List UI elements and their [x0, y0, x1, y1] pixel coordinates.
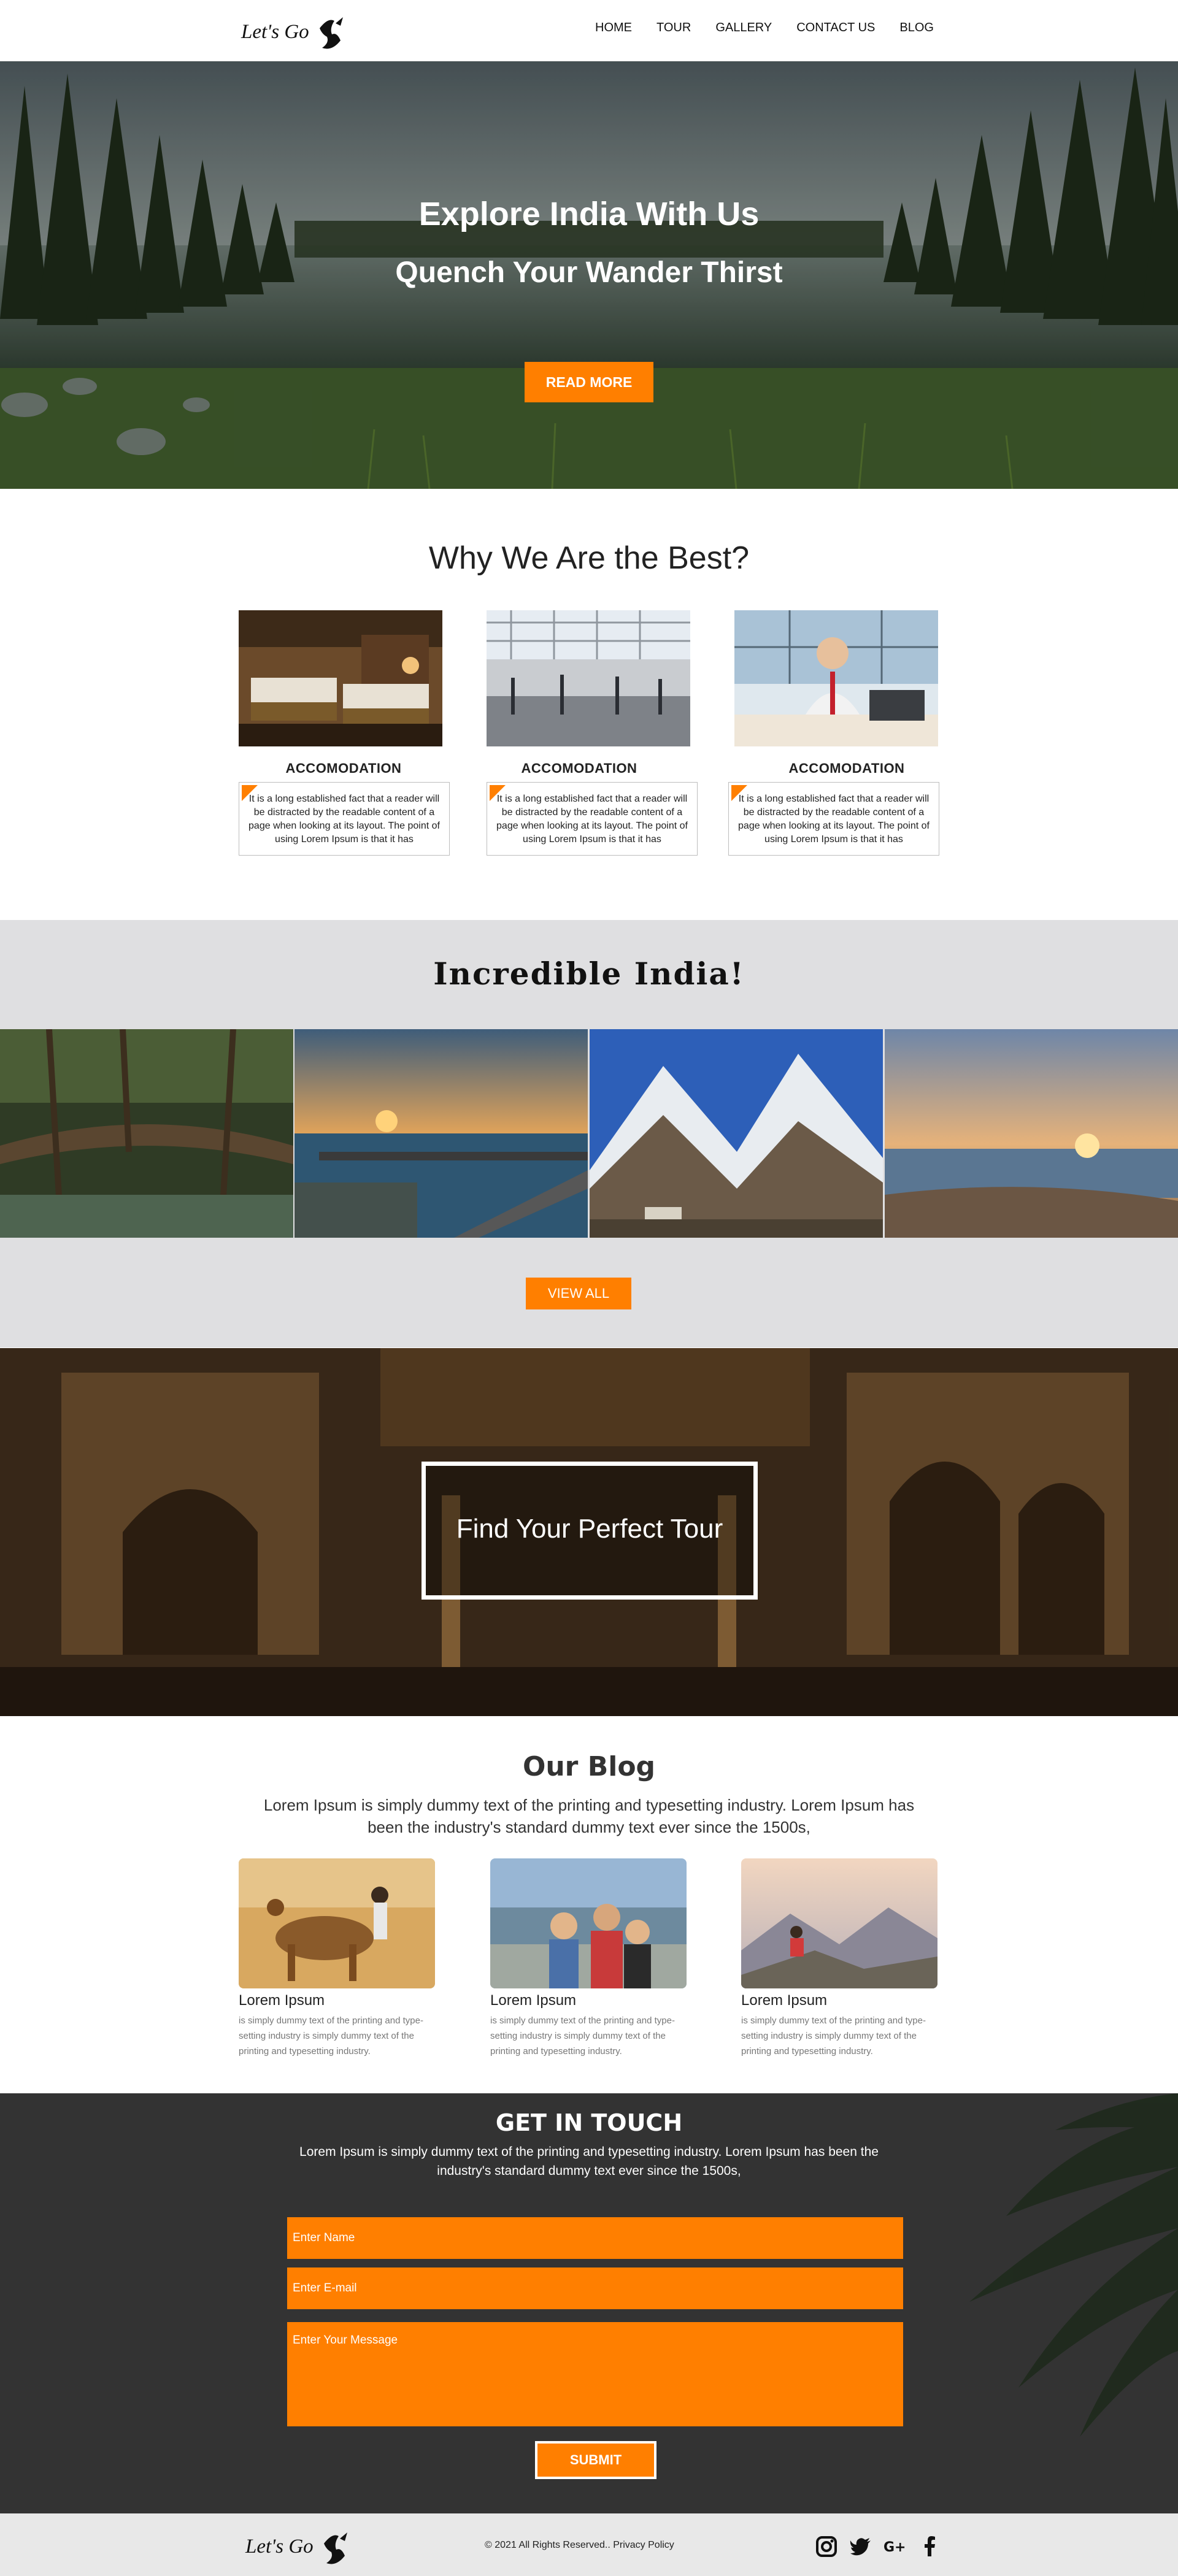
- hero-subtitle: Quench Your Wander Thirst: [395, 256, 783, 289]
- gallery-image-beach-sunset[interactable]: [885, 1029, 1178, 1238]
- message-field[interactable]: [287, 2322, 903, 2426]
- orange-corner-icon: [490, 785, 506, 801]
- incredible-title: Incredible India!: [433, 956, 745, 992]
- gallery-image-mountains[interactable]: [590, 1029, 883, 1238]
- feature-card: It is a long established fact that a rea…: [487, 782, 698, 856]
- feature-text: It is a long established fact that a rea…: [248, 794, 440, 845]
- feature-card: It is a long established fact that a rea…: [239, 782, 450, 856]
- nav-gallery[interactable]: GALLERY: [715, 21, 772, 35]
- gallery-image-sea-bridge[interactable]: [294, 1029, 588, 1238]
- orange-corner-icon: [242, 785, 258, 801]
- logo-bird-icon: [324, 2532, 347, 2564]
- hotel-room-image: [239, 610, 442, 746]
- feature-label: ACCOMODATION: [521, 761, 637, 776]
- blog-post-title[interactable]: Lorem Ipsum: [239, 1992, 325, 2009]
- google-plus-icon[interactable]: G+: [882, 2534, 907, 2559]
- nav-home[interactable]: HOME: [595, 21, 632, 35]
- feature-text: It is a long established fact that a rea…: [738, 794, 930, 845]
- view-all-button[interactable]: VIEW ALL: [526, 1278, 631, 1309]
- blog-intro: Lorem Ipsum is simply dummy text of the …: [263, 1796, 915, 1836]
- footer-logo-text: Let's Go: [245, 2536, 314, 2558]
- airport-image: [487, 610, 690, 746]
- gallery-image-root-bridge[interactable]: [0, 1029, 293, 1238]
- nav-contact-us[interactable]: CONTACT US: [796, 21, 875, 35]
- contact-intro: Lorem Ipsum is simply dummy text of the …: [299, 2145, 879, 2178]
- hero-title: Explore India With Us: [418, 196, 760, 232]
- footer-logo[interactable]: Let's Go: [245, 2528, 368, 2565]
- palm-leaf-decoration: [969, 2093, 1178, 2437]
- feature-label: ACCOMODATION: [285, 761, 402, 776]
- orange-corner-icon: [731, 785, 747, 801]
- main-menu: HOME TOUR GALLERY CONTACT US BLOG: [595, 21, 958, 35]
- logo[interactable]: Let's Go: [241, 16, 358, 53]
- top-navbar: Let's Go HOME TOUR GALLERY CONTACT US BL…: [0, 0, 1178, 61]
- blog-title: Our Blog: [522, 1751, 656, 1782]
- email-field[interactable]: [287, 2267, 903, 2309]
- blog-post-text: is simply dummy text of the printing and…: [490, 2015, 675, 2057]
- hero-section: Explore India With Us Quench Your Wander…: [0, 61, 1178, 489]
- feature-text: It is a long established fact that a rea…: [496, 794, 688, 845]
- footer: Let's Go © 2021 All Rights Reserved.. Pr…: [0, 2513, 1178, 2576]
- blog-post-title[interactable]: Lorem Ipsum: [490, 1992, 576, 2009]
- why-section-title: Why We Are the Best?: [428, 540, 750, 576]
- blog-image-camel[interactable]: [239, 1858, 435, 1988]
- submit-button[interactable]: SUBMIT: [535, 2441, 656, 2479]
- feature-label: ACCOMODATION: [788, 761, 905, 776]
- nav-tour[interactable]: TOUR: [656, 21, 691, 35]
- find-tour-box[interactable]: Find Your Perfect Tour: [422, 1462, 758, 1600]
- nav-blog[interactable]: BLOG: [899, 21, 934, 35]
- contact-title: GET IN TOUCH: [495, 2109, 683, 2136]
- find-tour-text: Find Your Perfect Tour: [456, 1514, 723, 1544]
- tour-banner: Find Your Perfect Tour: [0, 1348, 1178, 1716]
- svg-text:G+: G+: [884, 2540, 906, 2555]
- contact-section: GET IN TOUCH Lorem Ipsum is simply dummy…: [0, 2093, 1178, 2513]
- blog-image-hiker[interactable]: [741, 1858, 937, 1988]
- copyright-text: © 2021 All Rights Reserved.. Privacy Pol…: [485, 2540, 674, 2550]
- blog-post-text: is simply dummy text of the printing and…: [741, 2015, 926, 2057]
- businessman-image: [734, 610, 938, 746]
- blog-post-text: is simply dummy text of the printing and…: [239, 2015, 423, 2057]
- instagram-icon[interactable]: [814, 2534, 839, 2559]
- incredible-india-section: Incredible India! VIEW ALL: [0, 920, 1178, 1347]
- feature-card: It is a long established fact that a rea…: [728, 782, 939, 856]
- logo-bird-icon: [320, 17, 343, 49]
- facebook-icon[interactable]: [918, 2534, 942, 2559]
- name-field[interactable]: [287, 2217, 903, 2259]
- read-more-button[interactable]: READ MORE: [525, 362, 653, 402]
- logo-text: Let's Go: [241, 21, 309, 43]
- blog-post-title[interactable]: Lorem Ipsum: [741, 1992, 827, 2009]
- blog-image-friends[interactable]: [490, 1858, 687, 1988]
- twitter-icon[interactable]: [849, 2534, 873, 2559]
